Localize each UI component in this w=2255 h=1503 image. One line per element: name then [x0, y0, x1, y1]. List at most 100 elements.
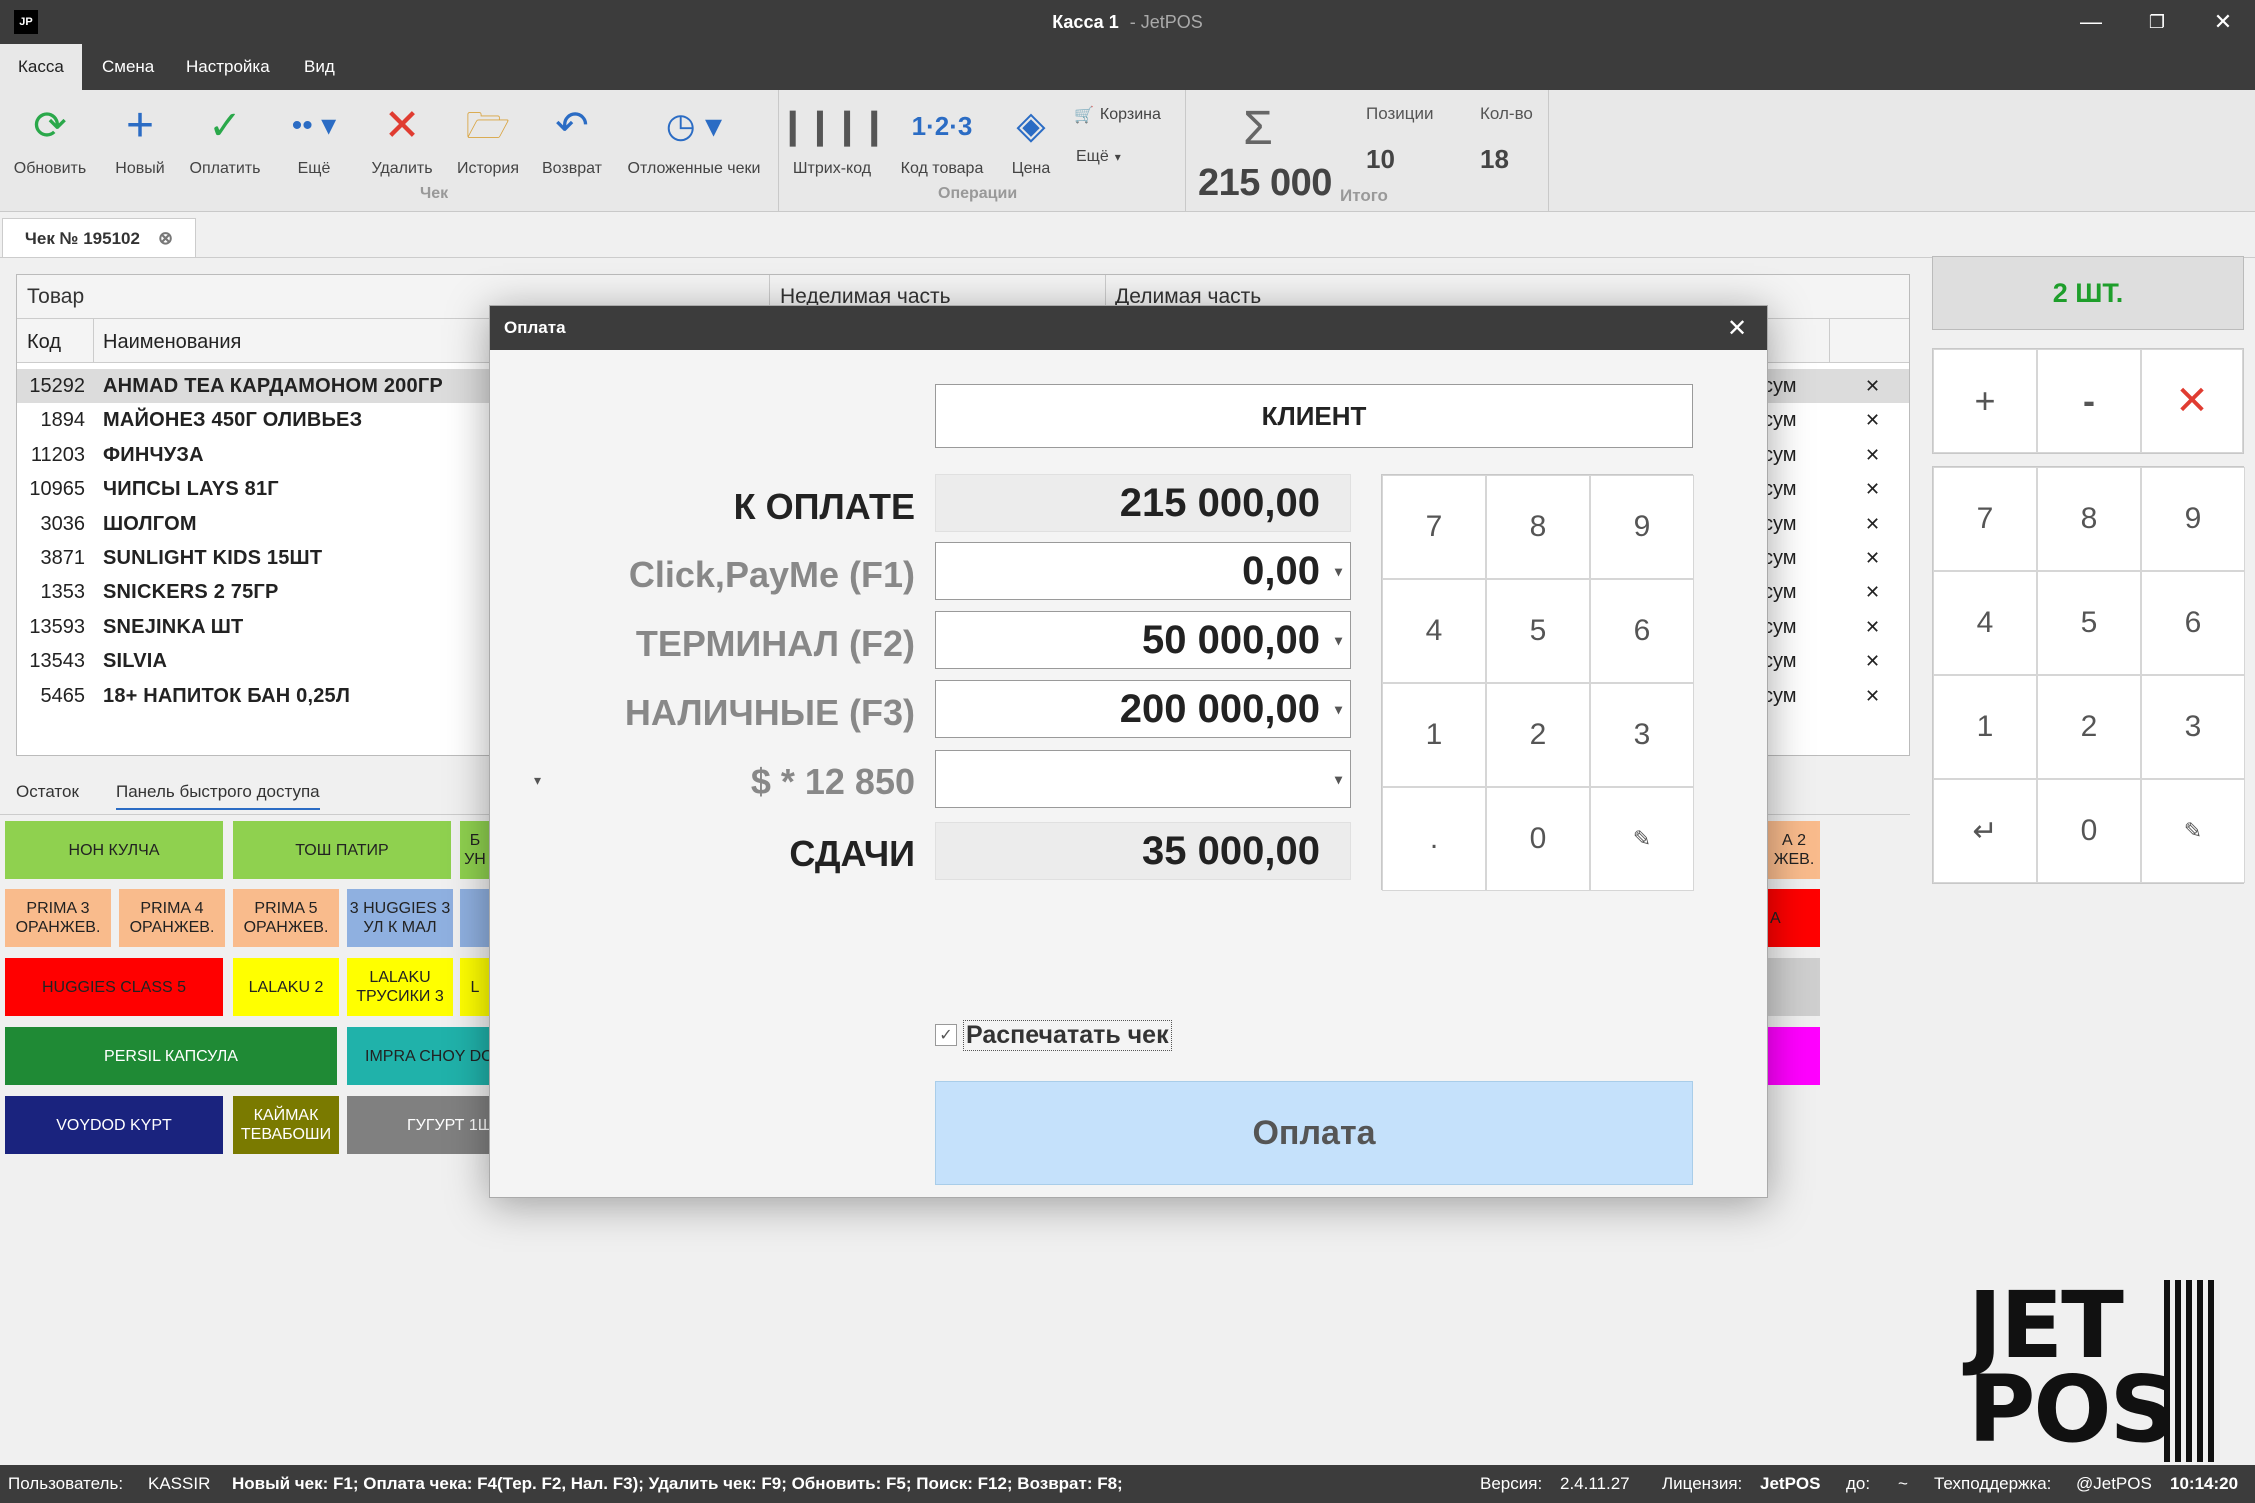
usd-input[interactable]: ▾: [935, 750, 1351, 808]
deferred-checks-button[interactable]: ◷ ▾ Отложенные чеки: [620, 98, 768, 198]
menu-view[interactable]: Вид: [286, 44, 353, 90]
numpad-key[interactable]: 4: [1382, 579, 1486, 683]
qty-minus-button[interactable]: -: [2037, 349, 2141, 453]
col-code-header[interactable]: Код: [27, 331, 61, 354]
tile-impra-tea[interactable]: IMPRA CHOY DO: [347, 1027, 490, 1085]
row-delete-icon[interactable]: ✕: [1865, 472, 1880, 506]
barcode-button[interactable]: ❙❙❙❙ Штрих-код: [778, 98, 890, 198]
tile-kaymak[interactable]: КАЙМАК ТЕВАБОШИ: [233, 1096, 339, 1154]
tile-lalaku-trusiki-3[interactable]: LALAKU ТРУСИКИ 3: [347, 958, 453, 1016]
cart-button[interactable]: 🛒 Корзина: [1074, 102, 1161, 128]
tile-lalaku-2[interactable]: LALAKU 2: [233, 958, 339, 1016]
tab-check[interactable]: Чек № 195102 ⊗: [2, 218, 196, 258]
tile-partial-gray-right[interactable]: [1768, 958, 1820, 1016]
tile-partial-green[interactable]: Б УН: [460, 821, 490, 879]
tile-persil-capsule[interactable]: PERSIL КАПСУЛА: [5, 1027, 337, 1085]
numpad-key[interactable]: 1: [1382, 683, 1486, 787]
tile-huggies-class-5[interactable]: HUGGIES CLASS 5: [5, 958, 223, 1016]
minimize-icon[interactable]: —: [2058, 0, 2124, 44]
numpad-key[interactable]: 5: [2037, 571, 2141, 675]
tile-partial-magenta-right[interactable]: [1768, 1027, 1820, 1085]
enter-key[interactable]: ↵: [1933, 779, 2037, 883]
client-button[interactable]: КЛИЕНТ: [935, 384, 1693, 448]
print-checkbox[interactable]: ✓: [935, 1024, 957, 1046]
row-delete-icon[interactable]: ✕: [1865, 644, 1880, 678]
delete-button[interactable]: ✕ Удалить: [362, 98, 442, 198]
col-name-header[interactable]: Наименования: [103, 331, 241, 354]
tile-gugurt[interactable]: ГУГУРТ 1Ш: [347, 1096, 490, 1154]
numpad-key[interactable]: 3: [2141, 675, 2245, 779]
terminal-input[interactable]: 50 000,00 ▾: [935, 611, 1351, 669]
numpad-key[interactable]: 2: [1486, 683, 1590, 787]
qty-count: 18: [1480, 144, 1509, 174]
item-code-button[interactable]: 1·2·3 Код товара: [892, 98, 992, 198]
tile-huggies-3[interactable]: 3 HUGGIES 3 УЛ К МАЛ: [347, 889, 453, 947]
numpad-key[interactable]: 6: [1590, 579, 1694, 683]
row-delete-icon[interactable]: ✕: [1865, 438, 1880, 472]
numpad-key[interactable]: 0: [1486, 787, 1590, 891]
numpad-key[interactable]: 9: [1590, 475, 1694, 579]
price-button[interactable]: ◈ Цена: [1000, 98, 1062, 198]
row-delete-icon[interactable]: ✕: [1865, 679, 1880, 713]
confirm-payment-button[interactable]: Оплата: [935, 1081, 1693, 1185]
tile-voydod-kurt[interactable]: VOYDOD KYPT: [5, 1096, 223, 1154]
close-tab-icon[interactable]: ⊗: [158, 228, 173, 249]
more-button[interactable]: •• ▾ Ещё: [276, 98, 352, 198]
row-delete-icon[interactable]: ✕: [1865, 369, 1880, 403]
qty-delete-button[interactable]: ✕: [2141, 349, 2243, 453]
numpad-key[interactable]: 7: [1382, 475, 1486, 579]
positions-label: Позиции: [1366, 104, 1434, 123]
numpad-key[interactable]: 3: [1590, 683, 1694, 787]
tile-prima-5[interactable]: PRIMA 5 ОРАНЖЕВ.: [233, 889, 339, 947]
tile-tosh-patir[interactable]: ТОШ ПАТИР: [233, 821, 451, 879]
tile-prima-4[interactable]: PRIMA 4 ОРАНЖЕВ.: [119, 889, 225, 947]
numpad-key[interactable]: .: [1382, 787, 1486, 891]
menu-settings[interactable]: Настройка: [168, 44, 288, 90]
dropdown-icon[interactable]: ▾: [1335, 771, 1342, 788]
tile-partial-yellow[interactable]: L: [460, 958, 490, 1016]
numpad-key[interactable]: 1: [1933, 675, 2037, 779]
menu-smena[interactable]: Смена: [84, 44, 172, 90]
numpad-key[interactable]: 5: [1486, 579, 1590, 683]
close-icon[interactable]: ✕: [2190, 0, 2255, 44]
until-label: до:: [1846, 1474, 1871, 1493]
erase-key[interactable]: ✎: [2141, 779, 2245, 883]
numpad-key[interactable]: 8: [1486, 475, 1590, 579]
erase-key[interactable]: ✎: [1590, 787, 1694, 891]
print-check-toggle[interactable]: ✓ Распечатать чек: [935, 1019, 1172, 1051]
tab-stock[interactable]: Остаток: [16, 782, 79, 802]
menu-kassa[interactable]: Касса: [0, 44, 82, 90]
qty-plus-button[interactable]: +: [1933, 349, 2037, 453]
restore-icon[interactable]: ❐: [2124, 0, 2190, 44]
numpad-key[interactable]: 9: [2141, 467, 2245, 571]
tab-quick-panel[interactable]: Панель быстрого доступа: [116, 782, 320, 810]
row-delete-icon[interactable]: ✕: [1865, 507, 1880, 541]
dropdown-icon[interactable]: ▾: [1335, 701, 1342, 718]
row-delete-icon[interactable]: ✕: [1865, 610, 1880, 644]
tile-partial-orange-right[interactable]: А 2 ЖЕВ.: [1768, 821, 1820, 879]
cash-input[interactable]: 200 000,00 ▾: [935, 680, 1351, 738]
click-payme-input[interactable]: 0,00 ▾: [935, 542, 1351, 600]
return-button[interactable]: ↶ Возврат: [532, 98, 612, 198]
numpad-key[interactable]: 6: [2141, 571, 2245, 675]
numpad-key[interactable]: 8: [2037, 467, 2141, 571]
refresh-button[interactable]: ⟳ Обновить: [4, 98, 96, 198]
row-delete-icon[interactable]: ✕: [1865, 575, 1880, 609]
row-delete-icon[interactable]: ✕: [1865, 403, 1880, 437]
dropdown-icon[interactable]: ▾: [1335, 632, 1342, 649]
row-delete-icon[interactable]: ✕: [1865, 541, 1880, 575]
tile-partial-red-right[interactable]: А: [1768, 889, 1820, 947]
new-button[interactable]: + Новый: [104, 98, 176, 198]
tile-partial-blue[interactable]: [460, 889, 490, 947]
tile-prima-3[interactable]: PRIMA 3 ОРАНЖЕВ.: [5, 889, 111, 947]
pay-button[interactable]: ✓ Оплатить: [180, 98, 270, 198]
numpad-key[interactable]: 2: [2037, 675, 2141, 779]
history-button[interactable]: 🗁 История: [448, 98, 528, 198]
tile-non-kulcha[interactable]: НОН КУЛЧА: [5, 821, 223, 879]
more-ops-button[interactable]: Ещё ▾: [1076, 144, 1121, 170]
numpad-key[interactable]: 0: [2037, 779, 2141, 883]
dropdown-icon[interactable]: ▾: [1335, 563, 1342, 580]
dialog-close-icon[interactable]: ✕: [1717, 306, 1757, 350]
numpad-key[interactable]: 4: [1933, 571, 2037, 675]
numpad-key[interactable]: 7: [1933, 467, 2037, 571]
